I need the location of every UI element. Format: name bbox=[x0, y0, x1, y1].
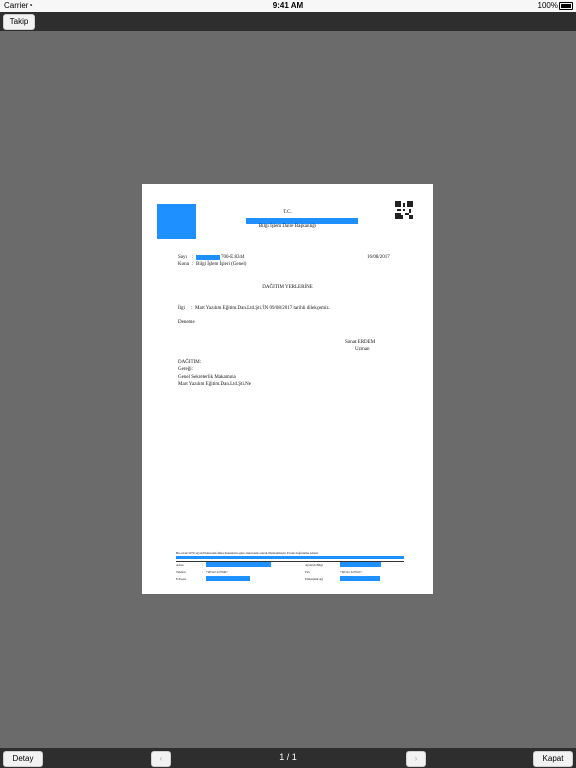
sayi-label: Sayı bbox=[178, 255, 187, 260]
recipient-heading: DAĞITIM YERLERİNE bbox=[262, 285, 313, 290]
konu-value: Bilgi İşlem İşleri (Genel) bbox=[196, 262, 247, 267]
battery-percent: 100% bbox=[537, 1, 558, 10]
sayi-value: 700-E.8344 bbox=[221, 255, 245, 260]
clock: 9:41 AM bbox=[272, 1, 304, 10]
footer-adres-label: Adres bbox=[176, 563, 184, 567]
header-tc: T.C. bbox=[283, 210, 292, 215]
status-bar: Carrier ◔ 9:41 AM 100% bbox=[0, 0, 576, 12]
distribution-sub: Gereği: bbox=[178, 367, 193, 372]
signer-title: Uzman bbox=[355, 347, 370, 352]
distribution-title: DAĞITIM: bbox=[178, 360, 202, 365]
footer-telefon-value: +90312 2270007 bbox=[206, 570, 228, 574]
sayi-redacted bbox=[196, 255, 220, 260]
ilgi-value: Mart Yazılım Eğitim.Dan.Ltd.Şti.'İN 09/0… bbox=[195, 306, 330, 311]
info-redacted bbox=[340, 562, 381, 567]
footer-fax-value: +90312 2270107 bbox=[340, 570, 362, 574]
email-redacted bbox=[206, 576, 250, 581]
network-redacted bbox=[340, 576, 380, 581]
footer-ayrinti-label: Ayrıntılı Bilgi bbox=[305, 563, 323, 567]
follow-button[interactable]: Takip bbox=[3, 14, 35, 30]
footer-elektronik-label: Elektronik Ağ bbox=[305, 577, 323, 581]
bottom-toolbar: Detay ‹ 1 / 1 › Kapat bbox=[0, 748, 576, 768]
document-date: 16/08/2017 bbox=[367, 255, 390, 260]
document-page: T.C. Bilgi İşlem Daire Başkanlığı Sayı :… bbox=[142, 184, 433, 594]
body-text: Deneme bbox=[178, 320, 195, 325]
close-button[interactable]: Kapat bbox=[533, 751, 573, 767]
footer-note: Bu evrak 5070 sayılı Elektronik İmza Kan… bbox=[176, 551, 319, 555]
page-indicator: 1 / 1 bbox=[279, 752, 297, 762]
footer-eposta-label: E-Posta bbox=[176, 577, 186, 581]
footer-telefon-label: Telefon bbox=[176, 570, 186, 574]
ilgi-label: İlgi bbox=[178, 306, 185, 311]
distribution-item: Mart Yazılım Eğitim.Dan.Ltd.Şti.Ne bbox=[178, 382, 251, 387]
verification-redacted bbox=[176, 556, 404, 559]
footer-fax-label: Fax bbox=[305, 570, 310, 574]
department-name: Bilgi İşlem Daire Başkanlığı bbox=[258, 224, 317, 229]
konu-label: Konu bbox=[178, 262, 190, 267]
distribution-item: Genel Sekreterlik Makamına bbox=[178, 375, 236, 380]
top-toolbar: Takip bbox=[0, 12, 576, 31]
signer-name: Sonat ERDEM bbox=[345, 340, 376, 345]
address-redacted bbox=[206, 562, 271, 567]
next-page-button[interactable]: › bbox=[406, 751, 426, 767]
battery-icon bbox=[559, 2, 573, 10]
